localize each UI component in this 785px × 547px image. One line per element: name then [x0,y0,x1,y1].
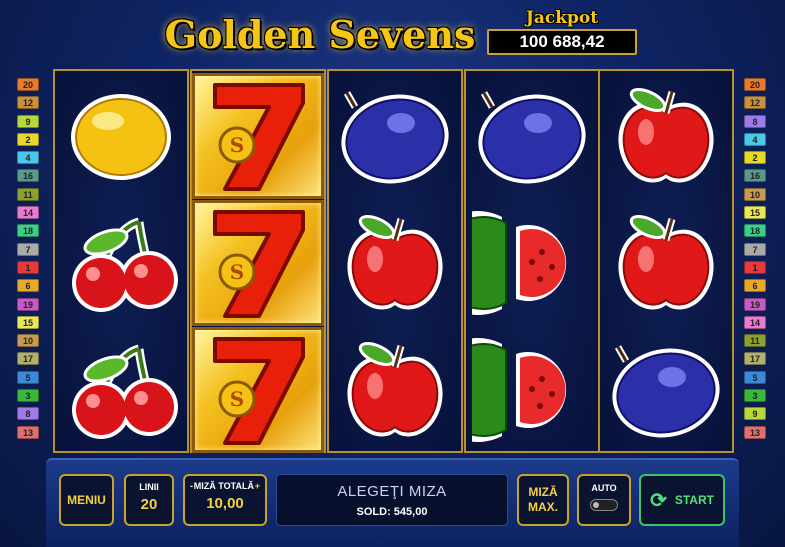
watermelon-symbol [466,200,598,326]
menu-button-label: MENIU [67,493,106,507]
reel-4 [464,69,600,453]
game-title: Golden Sevens [164,12,476,57]
payline-indicators-left: 20 12 9 2 4 16 11 14 18 7 1 6 19 15 10 17 5 3 8 13 [17,78,39,444]
payline-indicator-right: 11 [744,334,766,348]
payline-indicator-left: 20 [17,78,39,91]
autoplay-switch[interactable] [590,499,618,511]
payline-indicator-left: 15 [17,315,39,329]
reel-area: S S S [53,69,734,453]
start-button-label: START [674,493,714,507]
message-text: ALEGEŢI MIZA [337,483,447,500]
start-button[interactable]: ⟳ START [639,474,725,526]
payline-indicator-right: 9 [744,407,766,421]
payline-indicator-left: 12 [17,96,39,110]
payline-indicator-left: 3 [17,389,39,403]
total-bet-label: MIZĂ TOTALĂ [193,481,254,491]
svg-text:S: S [230,387,244,411]
payline-indicator-right: 3 [744,389,766,403]
cherry-symbol [55,200,187,326]
payline-indicator-left: 6 [17,279,39,293]
payline-indicator-right: 5 [744,370,766,384]
apple-symbol [329,200,461,326]
payline-indicator-right: 15 [744,206,766,220]
watermelon-symbol [466,327,598,453]
payline-indicator-right: 7 [744,242,766,256]
apple-symbol [329,327,461,453]
payline-indicator-right: 17 [744,352,766,366]
payline-indicator-left: 16 [17,169,39,183]
payline-indicator-left: 7 [17,242,39,256]
lines-value: 20 [140,496,158,513]
total-bet-value: 10,00 [206,495,244,512]
lines-label: LINII [139,482,159,492]
svg-text:S: S [230,260,244,284]
payline-indicator-left: 11 [17,187,39,201]
payline-indicator-left: 10 [17,334,39,348]
payline-indicator-left: 1 [17,260,39,274]
payline-indicator-right: 4 [744,132,766,146]
seven-symbol: S [192,327,324,453]
bet-increase-button[interactable]: + [255,481,260,491]
balance-text: SOLD: 545,00 [356,506,428,518]
message-display: ALEGEŢI MIZA SOLD: 545,00 [276,474,508,526]
payline-indicator-right: 2 [744,151,766,165]
bet-decrease-button[interactable]: - [190,481,193,491]
payline-indicator-right: 12 [744,96,766,110]
payline-indicator-right: 14 [744,315,766,329]
payline-indicator-right: 6 [744,279,766,293]
reel-1 [53,69,189,453]
payline-indicator-left: 4 [17,151,39,165]
payline-indicator-left: 5 [17,370,39,384]
payline-indicator-right: 16 [744,169,766,183]
payline-indicator-right: 10 [744,187,766,201]
payline-indicator-left: 14 [17,206,39,220]
lemon-symbol [55,73,187,199]
apple-symbol [600,73,732,199]
menu-button[interactable]: MENIU [59,474,114,526]
payline-indicator-left: 19 [17,297,39,311]
total-bet-selector[interactable]: - MIZĂ TOTALĂ + 10,00 [183,474,267,526]
apple-symbol [600,200,732,326]
payline-indicator-right: 20 [744,78,766,91]
autoplay-toggle[interactable]: AUTO [577,474,631,526]
jackpot-value: 100 688,42 [487,29,637,55]
plum-symbol [600,327,732,453]
payline-indicator-right: 8 [744,114,766,128]
seven-symbol: S [192,73,324,199]
game-screen: Golden Sevens Jackpot 100 688,42 20 12 9 2 4… [0,0,785,547]
cherry-symbol [55,327,187,453]
reel-2: S S S [190,69,326,453]
lines-selector[interactable]: LINII 20 [124,474,174,526]
plum-symbol [466,73,598,199]
max-bet-label-line2: MAX. [528,500,558,514]
autoplay-label: AUTO [591,483,617,493]
max-bet-button[interactable]: MIZĂ MAX. [517,474,569,526]
payline-indicator-left: 8 [17,407,39,421]
refresh-icon: ⟳ [650,489,667,512]
plum-symbol [329,73,461,199]
jackpot-label: Jackpot [525,8,599,28]
payline-indicator-right: 13 [744,425,766,439]
payline-indicator-left: 18 [17,224,39,238]
jackpot-display: Jackpot 100 688,42 [487,8,637,56]
payline-indicator-left: 17 [17,352,39,366]
payline-indicators-right: 20 12 8 4 2 16 10 15 18 7 1 6 19 14 11 17 5 3 9 13 [744,78,766,444]
seven-symbol: S [192,200,324,326]
payline-indicator-right: 1 [744,260,766,274]
payline-indicator-left: 13 [17,425,39,439]
payline-indicator-left: 9 [17,114,39,128]
svg-text:S: S [230,133,244,157]
payline-indicator-right: 19 [744,297,766,311]
payline-indicator-left: 2 [17,132,39,146]
reel-3 [327,69,463,453]
control-panel: MENIU LINII 20 - MIZĂ TOTALĂ + 10,00 ALE… [46,458,739,547]
payline-indicator-right: 18 [744,224,766,238]
reel-5 [598,69,734,453]
max-bet-label-line1: MIZĂ [528,485,558,499]
